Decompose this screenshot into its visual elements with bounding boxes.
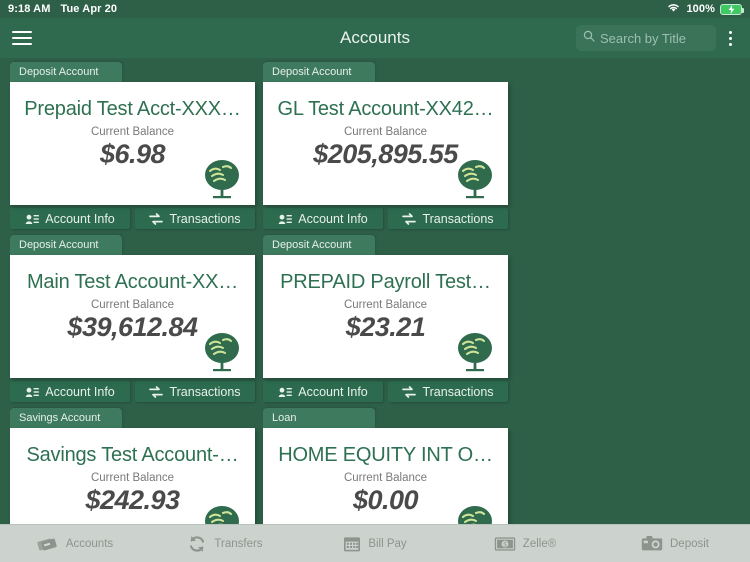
tab-bill-pay-label: Bill Pay	[368, 537, 407, 550]
search-input[interactable]: Search by Title	[576, 25, 716, 51]
account-info-button[interactable]: Account Info	[10, 381, 130, 402]
contact-card-icon	[25, 387, 40, 397]
account-type-tab: Deposit Account	[263, 235, 375, 255]
account-name: PREPAID Payroll Test…	[280, 271, 491, 293]
tree-logo-icon	[452, 155, 498, 201]
transactions-label: Transactions	[422, 211, 494, 226]
status-time: 9:18 AM	[8, 3, 51, 15]
cards-icon	[37, 535, 59, 553]
current-balance-label: Current Balance	[343, 472, 428, 484]
tab-zelle[interactable]: $ Zelle®	[450, 525, 600, 562]
battery-percent: 100%	[686, 3, 715, 15]
tree-logo-icon	[452, 328, 498, 374]
account-name: Prepaid Test Acct-XXX…	[24, 98, 241, 120]
accounts-screen: 9:18 AM Tue Apr 20 100% Accounts Search …	[0, 0, 750, 562]
account-card[interactable]: Deposit Account Prepaid Test Acct-XXX… C…	[10, 62, 255, 229]
transfer-arrows-icon	[149, 385, 164, 398]
bottom-tab-bar: Accounts Transfers Bill Pay $ Zelle® Dep…	[0, 524, 750, 562]
tab-accounts[interactable]: Accounts	[0, 525, 150, 562]
accounts-grid: Deposit Account Prepaid Test Acct-XXX… C…	[0, 58, 750, 524]
transfer-arrows-icon	[402, 212, 417, 225]
transactions-button[interactable]: Transactions	[135, 208, 255, 229]
account-card-body[interactable]: Savings Test Account-… Current Balance $…	[10, 428, 255, 524]
account-type-tab: Loan	[263, 408, 375, 428]
account-card-body[interactable]: PREPAID Payroll Test… Current Balance $2…	[263, 255, 508, 378]
status-bar: 9:18 AM Tue Apr 20 100%	[0, 0, 750, 18]
camera-icon	[641, 535, 663, 552]
account-info-button[interactable]: Account Info	[263, 381, 383, 402]
account-card[interactable]: Deposit Account GL Test Account-XX42… Cu…	[263, 62, 508, 229]
tree-logo-icon	[199, 328, 245, 374]
hamburger-menu-icon[interactable]	[0, 18, 44, 58]
transactions-button[interactable]: Transactions	[388, 208, 508, 229]
transfer-arrows-icon	[149, 212, 164, 225]
account-info-label: Account Info	[45, 384, 115, 399]
account-card-body[interactable]: Prepaid Test Acct-XXX… Current Balance $…	[10, 82, 255, 205]
current-balance-label: Current Balance	[343, 126, 428, 138]
search-placeholder: Search by Title	[600, 30, 686, 46]
tab-deposit[interactable]: Deposit	[600, 525, 750, 562]
account-name: Savings Test Account-…	[26, 444, 239, 466]
battery-charging-icon	[720, 3, 744, 15]
kebab-menu-icon[interactable]	[716, 18, 744, 58]
transactions-button[interactable]: Transactions	[388, 381, 508, 402]
transactions-label: Transactions	[422, 384, 494, 399]
contact-card-icon	[278, 214, 293, 224]
tab-bill-pay[interactable]: Bill Pay	[300, 525, 450, 562]
account-card[interactable]: Deposit Account PREPAID Payroll Test… Cu…	[263, 235, 508, 402]
account-info-button[interactable]: Account Info	[263, 208, 383, 229]
current-balance-label: Current Balance	[90, 126, 175, 138]
current-balance-label: Current Balance	[90, 299, 175, 311]
app-header: Accounts Search by Title	[0, 18, 750, 58]
contact-card-icon	[278, 387, 293, 397]
account-name: Main Test Account-XX…	[26, 271, 239, 293]
account-card[interactable]: Deposit Account Main Test Account-XX… Cu…	[10, 235, 255, 402]
calendar-icon	[343, 535, 361, 553]
contact-card-icon	[25, 214, 40, 224]
current-balance-label: Current Balance	[343, 299, 428, 311]
status-date: Tue Apr 20	[60, 3, 118, 15]
account-type-tab: Deposit Account	[263, 62, 375, 82]
account-name: GL Test Account-XX42…	[277, 98, 494, 120]
tab-transfers[interactable]: Transfers	[150, 525, 300, 562]
tree-logo-icon	[199, 155, 245, 201]
transactions-label: Transactions	[169, 384, 241, 399]
account-card-body[interactable]: Main Test Account-XX… Current Balance $3…	[10, 255, 255, 378]
account-type-tab: Deposit Account	[10, 235, 122, 255]
tree-logo-icon	[452, 501, 498, 524]
account-type-tab: Savings Account	[10, 408, 122, 428]
transfer-arrows-icon	[402, 385, 417, 398]
account-card[interactable]: Loan HOME EQUITY INT O… Current Balance …	[263, 408, 508, 524]
account-card[interactable]: Savings Account Savings Test Account-… C…	[10, 408, 255, 524]
account-name: HOME EQUITY INT O…	[278, 444, 493, 466]
wifi-icon	[666, 2, 681, 16]
current-balance-label: Current Balance	[90, 472, 175, 484]
account-info-label: Account Info	[45, 211, 115, 226]
account-info-label: Account Info	[298, 211, 368, 226]
tree-logo-icon	[199, 501, 245, 524]
banknote-icon: $	[494, 536, 516, 552]
tab-zelle-label: Zelle®	[522, 537, 557, 550]
search-icon	[583, 29, 595, 47]
account-info-label: Account Info	[298, 384, 368, 399]
account-card-body[interactable]: GL Test Account-XX42… Current Balance $2…	[263, 82, 508, 205]
tab-deposit-label: Deposit	[670, 537, 709, 550]
transactions-label: Transactions	[169, 211, 241, 226]
account-info-button[interactable]: Account Info	[10, 208, 130, 229]
refresh-arrows-icon	[187, 535, 207, 553]
tab-transfers-label: Transfers	[214, 537, 263, 550]
tab-accounts-label: Accounts	[65, 537, 114, 550]
transactions-button[interactable]: Transactions	[135, 381, 255, 402]
account-card-body[interactable]: HOME EQUITY INT O… Current Balance $0.00	[263, 428, 508, 524]
account-type-tab: Deposit Account	[10, 62, 122, 82]
